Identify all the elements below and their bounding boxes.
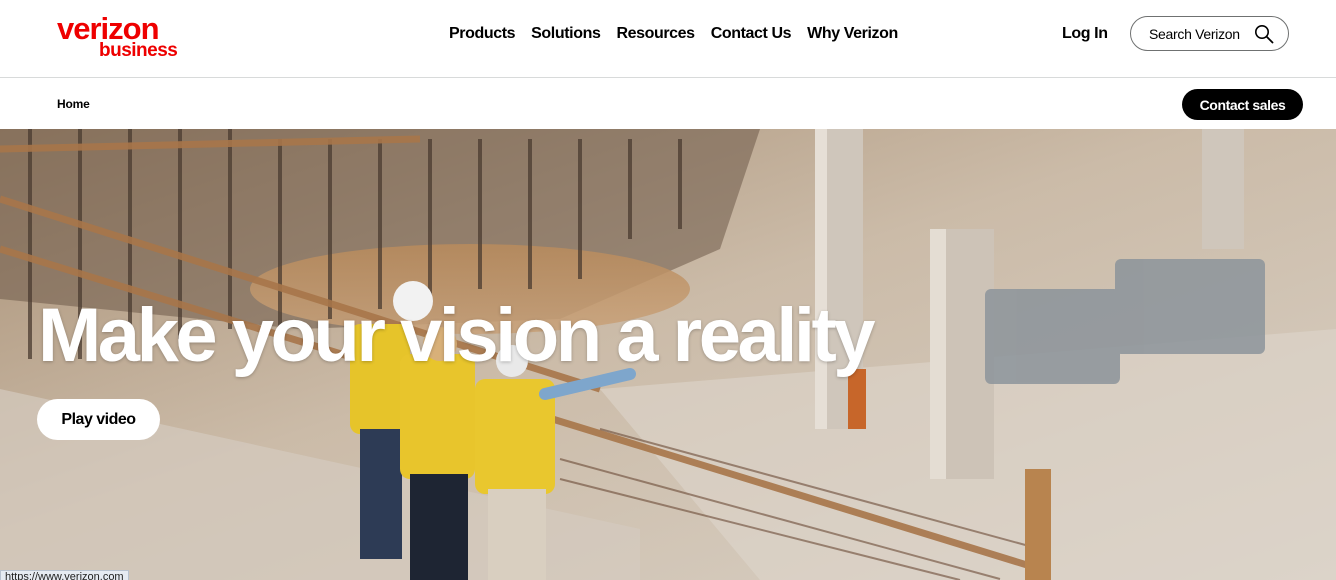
hero-banner: Make your vision a reality Play video ht… xyxy=(0,129,1336,580)
main-nav: Products Solutions Resources Contact Us … xyxy=(449,24,898,44)
verizon-business-logo[interactable]: verizon business xyxy=(57,13,187,62)
sub-bar: Home Contact sales xyxy=(0,79,1336,129)
contact-sales-button[interactable]: Contact sales xyxy=(1182,89,1303,120)
nav-solutions[interactable]: Solutions xyxy=(531,24,601,44)
nav-products[interactable]: Products xyxy=(449,24,516,44)
nav-why-verizon[interactable]: Why Verizon xyxy=(807,24,898,44)
play-video-button[interactable]: Play video xyxy=(37,399,160,440)
nav-resources[interactable]: Resources xyxy=(616,24,695,44)
search-icon[interactable] xyxy=(1254,24,1274,44)
nav-contact-us[interactable]: Contact Us xyxy=(711,24,792,44)
status-bar-url: https://www.verizon.com xyxy=(0,570,129,580)
logo-word-business: business xyxy=(99,40,178,61)
hero-headline: Make your vision a reality xyxy=(38,293,876,378)
search-box[interactable] xyxy=(1130,16,1289,51)
breadcrumb-home[interactable]: Home xyxy=(57,97,90,111)
search-input[interactable] xyxy=(1149,25,1249,42)
top-nav: verizon business Products Solutions Reso… xyxy=(0,0,1336,78)
login-link[interactable]: Log In xyxy=(1062,24,1108,44)
